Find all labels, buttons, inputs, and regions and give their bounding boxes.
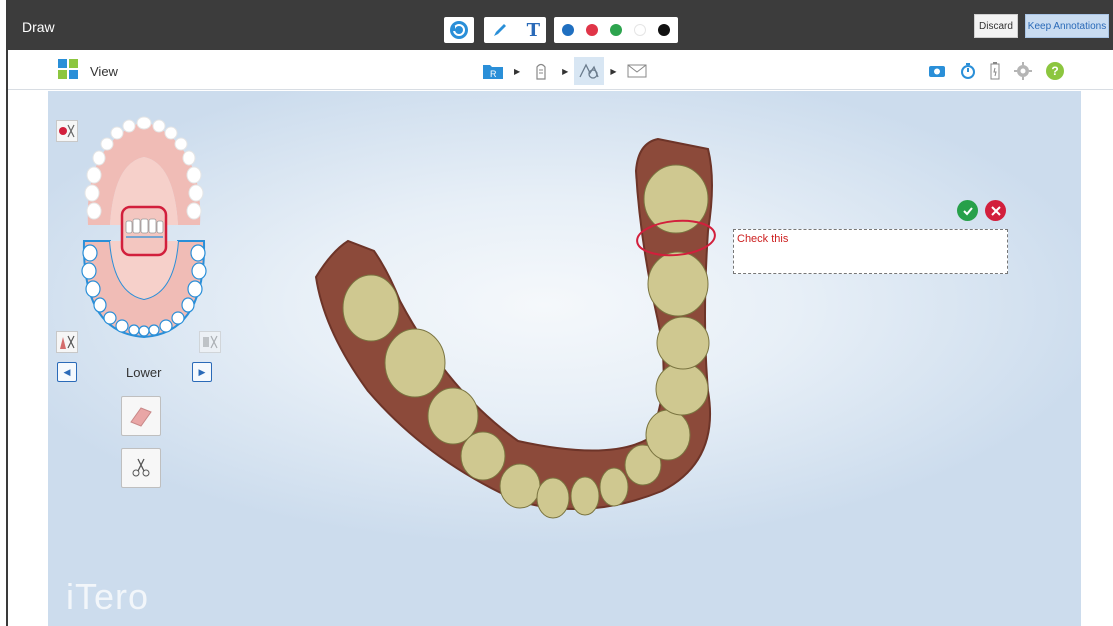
draw-toolbar: Draw T Discard Keep Annotations <box>8 0 1113 50</box>
text-tool-icon[interactable]: T <box>527 20 540 41</box>
workflow-step-scan[interactable] <box>526 57 556 85</box>
app-window: Draw T Discard Keep Annotations View R ▶… <box>8 0 1113 626</box>
workflow-arrow-icon: ▶ <box>562 66 569 76</box>
snapshot-icon[interactable] <box>928 63 946 79</box>
scan-icon <box>536 63 546 80</box>
workflow-steps: R ▶ ▶ ▶ <box>478 56 652 86</box>
help-icon[interactable]: ? <box>1046 62 1064 80</box>
view-toolbar: View R ▶ ▶ ▶ ? <box>8 50 1113 90</box>
color-red-swatch[interactable] <box>586 24 598 36</box>
lower-arch-model[interactable] <box>48 91 1081 626</box>
undo-icon <box>450 21 468 39</box>
scan-viewport[interactable]: ◀ Lower ▶ Check this iTero <box>48 91 1081 626</box>
system-tools: ? <box>928 62 1064 80</box>
color-palette <box>554 17 678 43</box>
rx-glyph: R <box>490 69 497 79</box>
send-icon <box>627 64 647 78</box>
close-icon <box>990 205 1001 216</box>
view-tools-icon <box>579 63 599 79</box>
settings-icon[interactable] <box>1014 62 1032 80</box>
workflow-step-send[interactable] <box>622 57 652 85</box>
cancel-annotation-button[interactable] <box>985 200 1006 221</box>
annotation-text-box[interactable]: Check this <box>733 229 1008 274</box>
timer-icon[interactable] <box>960 62 976 80</box>
undo-button[interactable] <box>444 17 474 43</box>
color-black-swatch[interactable] <box>658 24 670 36</box>
color-blue-swatch[interactable] <box>562 24 574 36</box>
workflow-arrow-icon: ▶ <box>514 66 521 76</box>
workflow-step-view-tools[interactable] <box>574 57 605 85</box>
color-green-swatch[interactable] <box>610 24 622 36</box>
rx-folder-icon: R <box>483 65 503 79</box>
view-label: View <box>90 64 118 79</box>
color-white-swatch[interactable] <box>634 24 646 36</box>
draw-title: Draw <box>22 19 55 35</box>
workflow-step-rx[interactable]: R <box>478 57 508 85</box>
annotation-text[interactable]: Check this <box>737 233 788 245</box>
workflow-arrow-icon: ▶ <box>610 66 617 76</box>
itero-watermark: iTero <box>66 576 150 617</box>
view-grid-icon[interactable] <box>58 59 78 79</box>
window-left-edge <box>0 0 8 626</box>
checkmark-icon <box>962 206 973 215</box>
keep-annotations-button[interactable]: Keep Annotations <box>1025 14 1109 38</box>
battery-icon[interactable] <box>990 62 1000 80</box>
confirm-annotation-button[interactable] <box>957 200 978 221</box>
pen-icon[interactable] <box>490 20 510 40</box>
draw-mode-group: T <box>484 17 546 43</box>
discard-button[interactable]: Discard <box>974 14 1018 38</box>
